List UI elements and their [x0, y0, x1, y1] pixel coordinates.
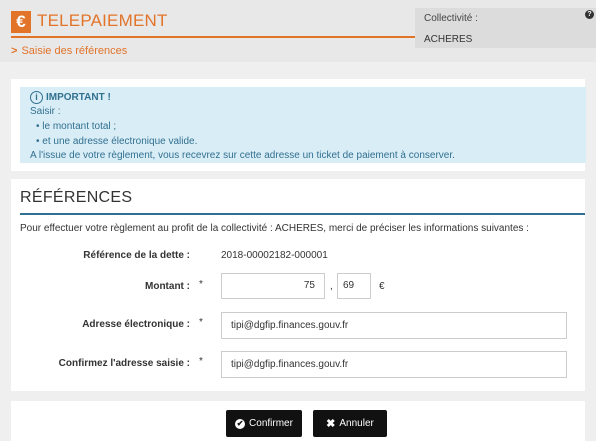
amount-euros-input[interactable]: 75: [221, 273, 325, 299]
amount-cents-input[interactable]: 69: [337, 273, 371, 299]
section-intro: Pour effectuer votre règlement au profit…: [20, 223, 529, 234]
notice-title: IMPORTANT !: [46, 92, 111, 103]
amount-separator: ,: [330, 281, 333, 292]
info-icon: i: [30, 91, 43, 104]
section-divider: [20, 213, 585, 215]
email-label: Adresse électronique :: [82, 319, 190, 330]
cancel-button-label: Annuler: [339, 418, 374, 429]
notice-note: A l'issue de votre règlement, vous recev…: [30, 150, 455, 161]
euro-logo-icon: €: [11, 11, 31, 33]
confirm-button[interactable]: ✔ Confirmer: [226, 410, 302, 437]
breadcrumb-label: Saisie des références: [21, 45, 128, 57]
debt-reference-value: 2018-00002182-000001: [221, 250, 328, 261]
required-marker: *: [199, 279, 203, 290]
notice-bullet-text: le montant total ;: [42, 121, 117, 132]
required-marker: *: [199, 356, 203, 367]
notice-bullet-text: et une adresse électronique valide.: [42, 136, 198, 147]
debt-reference-label: Référence de la dette :: [83, 250, 190, 261]
confirm-button-label: Confirmer: [249, 418, 293, 429]
confirm-email-label: Confirmez l'adresse saisie :: [58, 358, 190, 369]
notice-intro: Saisir :: [30, 106, 61, 117]
header-divider: [11, 36, 415, 38]
help-icon[interactable]: ?: [585, 10, 594, 19]
notice-bullet: • le montant total ;: [36, 121, 117, 132]
breadcrumb: > Saisie des références: [11, 45, 127, 57]
chevron-right-icon: >: [11, 45, 18, 57]
app-title: TELEPAIEMENT: [37, 11, 168, 30]
cancel-button[interactable]: ✖ Annuler: [313, 410, 387, 437]
required-marker: *: [199, 317, 203, 328]
confirm-email-input[interactable]: tipi@dgfip.finances.gouv.fr: [221, 351, 567, 378]
collectivite-value: ACHERES: [424, 34, 473, 45]
currency-symbol: €: [379, 281, 385, 292]
check-circle-icon: ✔: [235, 418, 246, 429]
section-title: RÉFÉRENCES: [20, 189, 133, 206]
email-input[interactable]: tipi@dgfip.finances.gouv.fr: [221, 312, 567, 339]
amount-label: Montant :: [145, 281, 190, 292]
collectivite-label: Collectivité :: [424, 13, 478, 24]
close-icon: ✖: [326, 418, 336, 430]
notice-bullet: • et une adresse électronique valide.: [36, 136, 198, 147]
